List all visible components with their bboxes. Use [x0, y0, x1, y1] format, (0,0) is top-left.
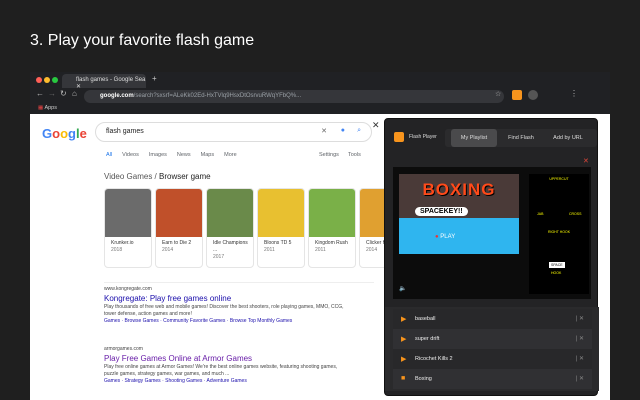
- flash-player-popup: Flash Player My Playlist Find Flash Add …: [384, 118, 599, 396]
- maximize-window-button[interactable]: [52, 77, 58, 83]
- game-card[interactable]: Idle Champions ... 2017: [206, 188, 254, 268]
- search-result: www.kongregate.com Kongregate: Play free…: [104, 286, 344, 325]
- game-area[interactable]: BOXING SPACEKEY!! ● PLAY UPPERCUT JAB CR…: [393, 167, 591, 299]
- playlist-item[interactable]: ▶ Ricochet Kills 2 | ✕: [393, 349, 592, 369]
- settings-link[interactable]: Settings: [319, 152, 339, 158]
- reload-icon[interactable]: ↻: [60, 89, 67, 98]
- menu-icon[interactable]: ⋮: [570, 89, 578, 98]
- result-url: armorgames.com: [104, 346, 143, 352]
- back-icon[interactable]: ←: [36, 89, 44, 98]
- game-card-title: Earn to Die 2: [162, 240, 192, 246]
- game-card-year: 2018: [111, 247, 123, 253]
- game-card[interactable]: Earn to Die 2 2014: [155, 188, 203, 268]
- game-card-year: 2014: [162, 247, 174, 253]
- result-snippet: Play thousands of free web and mobile ga…: [104, 304, 344, 317]
- tab-images[interactable]: Images: [149, 152, 167, 158]
- game-card-title: Bloons TD 5: [264, 240, 292, 246]
- search-input[interactable]: flash games ✕ ● ⌕: [95, 122, 372, 142]
- browser-tab[interactable]: flash games - Google Sea ✕: [62, 74, 146, 90]
- play-icon[interactable]: ▶: [401, 355, 406, 363]
- flash-extension-icon[interactable]: [512, 90, 522, 100]
- result-sitelinks[interactable]: Games · Browse Games · Community Favorit…: [104, 318, 344, 325]
- tab-my-playlist[interactable]: My Playlist: [451, 129, 497, 147]
- search-icon[interactable]: ⌕: [357, 127, 361, 135]
- result-snippet: Play free online games at Armor Games! W…: [104, 364, 338, 377]
- stop-icon[interactable]: ■: [401, 375, 405, 382]
- playlist-item-name: Boxing: [415, 376, 432, 382]
- result-title-link[interactable]: Kongregate: Play free games online: [104, 293, 344, 304]
- remove-item-icon[interactable]: | ✕: [576, 355, 584, 362]
- game-card-year: 2017: [213, 254, 225, 260]
- tools-link[interactable]: Tools: [348, 152, 361, 158]
- playlist-item-name: baseball: [415, 316, 436, 322]
- tab-more[interactable]: More: [224, 152, 237, 158]
- game-card[interactable]: Bloons TD 5 2011: [257, 188, 305, 268]
- home-icon[interactable]: ⌂: [72, 89, 77, 98]
- new-tab-button[interactable]: +: [152, 74, 157, 83]
- playlist: ▶ baseball | ✕ ▶ super drift | ✕ ▶ Ricochet Kil…: [385, 307, 599, 391]
- game-card-title: Kingdom Rush: [315, 240, 348, 246]
- game-thumbnail: [207, 189, 253, 237]
- game-card-year: 2011: [315, 247, 326, 253]
- profile-avatar[interactable]: [528, 90, 538, 100]
- game-card-year: 2011: [264, 247, 275, 253]
- google-logo[interactable]: Google: [42, 126, 87, 141]
- playlist-item-name: Ricochet Kills 2: [415, 356, 453, 362]
- close-game-icon[interactable]: ✕: [583, 157, 589, 165]
- playlist-item[interactable]: ▶ baseball | ✕: [393, 309, 592, 329]
- bookmark-star-icon[interactable]: ☆: [495, 90, 501, 98]
- close-window-button[interactable]: [36, 77, 42, 83]
- game-card[interactable]: Krunker.io 2018: [104, 188, 152, 268]
- tab-title: flash games - Google Sea: [76, 77, 146, 83]
- playlist-item-name: super drift: [415, 336, 440, 342]
- volume-icon[interactable]: 🔈: [399, 285, 406, 292]
- result-sitelinks[interactable]: Games · Strategy Games · Shooting Games …: [104, 378, 344, 385]
- headline: 3. Play your favorite flash game: [30, 32, 255, 49]
- tab-all[interactable]: All: [106, 152, 112, 158]
- forward-icon[interactable]: →: [48, 89, 56, 98]
- game-card-title: Krunker.io: [111, 240, 134, 246]
- clear-icon[interactable]: ✕: [321, 127, 327, 135]
- tab-find-flash[interactable]: Find Flash: [498, 129, 544, 147]
- playlist-item[interactable]: ▶ super drift | ✕: [393, 329, 592, 349]
- tab-add-by-url[interactable]: Add by URL: [545, 129, 591, 147]
- remove-item-icon[interactable]: | ✕: [576, 315, 584, 322]
- game-thumbnail: [105, 189, 151, 237]
- mic-icon[interactable]: ●: [341, 127, 345, 134]
- game-card[interactable]: Kingdom Rush 2011: [308, 188, 356, 268]
- bookmark-apps[interactable]: ▦ Apps: [38, 105, 57, 111]
- game-thumbnail: [156, 189, 202, 237]
- game-thumbnail: [309, 189, 355, 237]
- controls-panel: UPPERCUT JAB CROSS RIGHT HOOK SPACE HOOK: [529, 174, 589, 294]
- close-panel-icon[interactable]: ✕: [372, 120, 380, 131]
- search-tabs: All Videos Images News Maps More: [106, 152, 237, 158]
- tab-maps[interactable]: Maps: [201, 152, 214, 158]
- remove-item-icon[interactable]: | ✕: [576, 335, 584, 342]
- game-thumbnail: [258, 189, 304, 237]
- search-result: armorgames.com Play Free Games Online at…: [104, 346, 344, 385]
- game-card-title: Idle Champions ...: [213, 240, 248, 253]
- address-bar[interactable]: google.com/search?sxsrf=ALeKk02Ed-HxTVlq…: [84, 90, 504, 103]
- result-title-link[interactable]: Play Free Games Online at Armor Games: [104, 353, 344, 364]
- apps-icon: ▦: [38, 105, 44, 111]
- minimize-window-button[interactable]: [44, 77, 50, 83]
- tab-videos[interactable]: Videos: [122, 152, 139, 158]
- game-play-button[interactable]: ● PLAY: [435, 234, 455, 240]
- result-url: www.kongregate.com: [104, 286, 152, 292]
- tab-news[interactable]: News: [177, 152, 191, 158]
- game-title: BOXING: [422, 180, 496, 199]
- play-icon[interactable]: ▶: [401, 315, 406, 323]
- section-heading: Video Games / Browser game: [104, 172, 211, 181]
- game-bubble: SPACEKEY!!: [415, 207, 468, 216]
- game-canvas[interactable]: BOXING SPACEKEY!! ● PLAY: [399, 174, 519, 254]
- flash-logo-icon: [394, 132, 404, 142]
- play-icon[interactable]: ▶: [401, 335, 406, 343]
- app-name: Flash Player: [409, 134, 437, 140]
- playlist-item[interactable]: ■ Boxing | ✕: [393, 369, 592, 389]
- remove-item-icon[interactable]: | ✕: [576, 375, 584, 382]
